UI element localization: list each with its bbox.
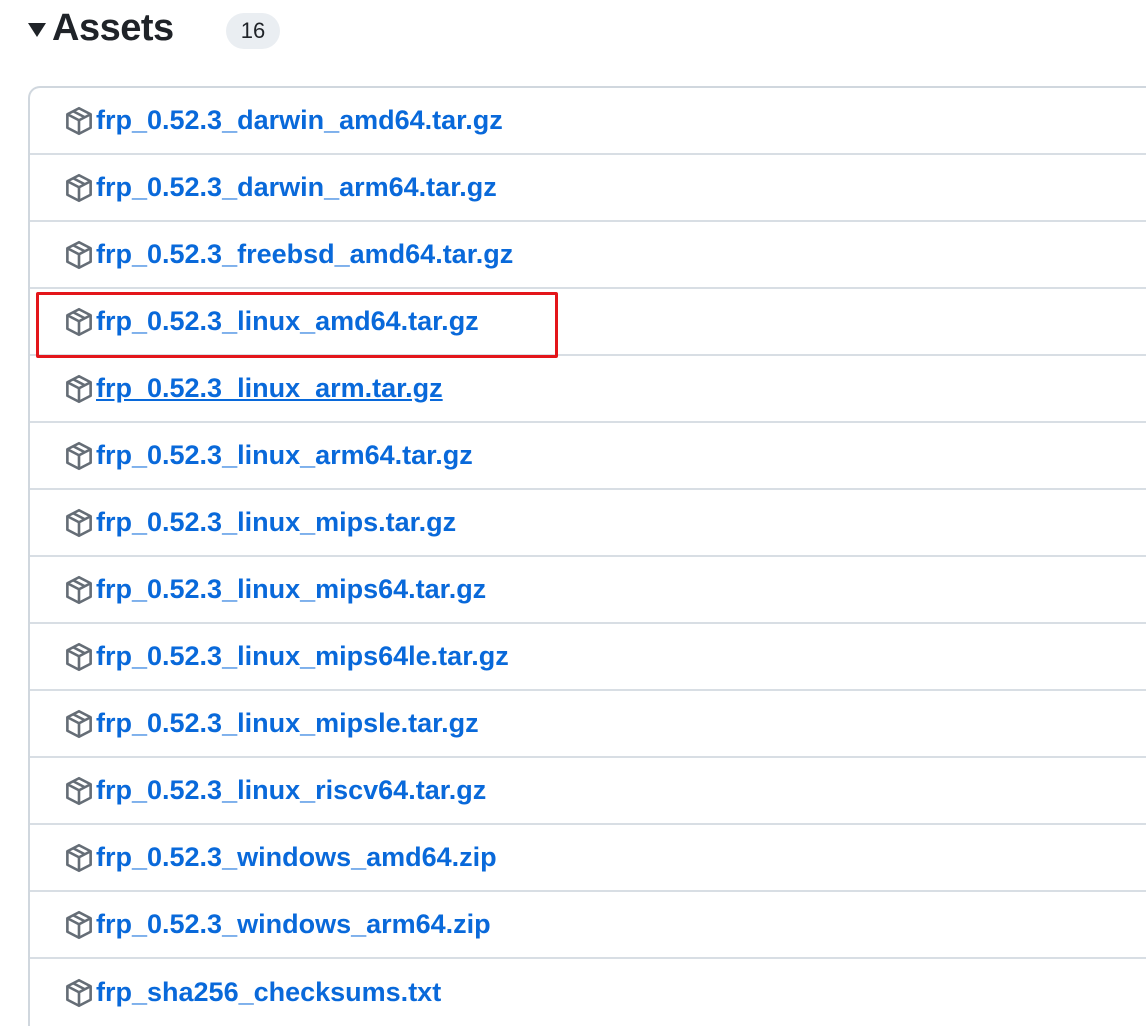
package-icon bbox=[64, 776, 94, 806]
package-icon bbox=[64, 441, 94, 471]
assets-count-badge: 16 bbox=[226, 13, 280, 49]
asset-row: frp_0.52.3_linux_mips64le.tar.gz bbox=[30, 624, 1146, 691]
asset-download-link[interactable]: frp_0.52.3_linux_mips64le.tar.gz bbox=[96, 641, 509, 672]
package-icon bbox=[64, 508, 94, 538]
asset-download-link[interactable]: frp_0.52.3_linux_amd64.tar.gz bbox=[96, 306, 479, 337]
asset-download-link[interactable]: frp_0.52.3_linux_mips64.tar.gz bbox=[96, 574, 486, 605]
asset-row: frp_0.52.3_linux_arm64.tar.gz bbox=[30, 423, 1146, 490]
asset-list: frp_0.52.3_darwin_amd64.tar.gz frp_0.52.3… bbox=[28, 86, 1146, 1026]
asset-row: frp_0.52.3_linux_mips64.tar.gz bbox=[30, 557, 1146, 624]
package-icon bbox=[64, 910, 94, 940]
package-icon bbox=[64, 374, 94, 404]
asset-download-link[interactable]: frp_0.52.3_linux_arm64.tar.gz bbox=[96, 440, 473, 471]
asset-row: frp_0.52.3_linux_arm.tar.gz bbox=[30, 356, 1146, 423]
assets-title[interactable]: Assets bbox=[52, 7, 174, 50]
asset-row: frp_0.52.3_linux_mips.tar.gz bbox=[30, 490, 1146, 557]
package-icon bbox=[64, 307, 94, 337]
asset-row: frp_0.52.3_linux_riscv64.tar.gz bbox=[30, 758, 1146, 825]
package-icon bbox=[64, 642, 94, 672]
asset-download-link[interactable]: frp_0.52.3_darwin_arm64.tar.gz bbox=[96, 172, 497, 203]
asset-row: frp_0.52.3_freebsd_amd64.tar.gz bbox=[30, 222, 1146, 289]
asset-download-link[interactable]: frp_0.52.3_linux_arm.tar.gz bbox=[96, 373, 443, 404]
asset-download-link[interactable]: frp_0.52.3_linux_riscv64.tar.gz bbox=[96, 775, 486, 806]
asset-row: frp_sha256_checksums.txt bbox=[30, 959, 1146, 1026]
package-icon bbox=[64, 843, 94, 873]
asset-row: frp_0.52.3_windows_amd64.zip bbox=[30, 825, 1146, 892]
assets-header[interactable]: Assets bbox=[28, 2, 174, 54]
asset-download-link[interactable]: frp_0.52.3_windows_arm64.zip bbox=[96, 909, 491, 940]
asset-download-link[interactable]: frp_0.52.3_freebsd_amd64.tar.gz bbox=[96, 239, 513, 270]
asset-row: frp_0.52.3_windows_arm64.zip bbox=[30, 892, 1146, 959]
asset-row: frp_0.52.3_linux_mipsle.tar.gz bbox=[30, 691, 1146, 758]
asset-download-link[interactable]: frp_0.52.3_linux_mipsle.tar.gz bbox=[96, 708, 479, 739]
package-icon bbox=[64, 106, 94, 136]
package-icon bbox=[64, 575, 94, 605]
asset-row: frp_0.52.3_darwin_amd64.tar.gz bbox=[30, 88, 1146, 155]
package-icon bbox=[64, 173, 94, 203]
package-icon bbox=[64, 240, 94, 270]
asset-download-link[interactable]: frp_0.52.3_linux_mips.tar.gz bbox=[96, 507, 456, 538]
package-icon bbox=[64, 978, 94, 1008]
asset-row: frp_0.52.3_darwin_arm64.tar.gz bbox=[30, 155, 1146, 222]
asset-download-link[interactable]: frp_0.52.3_darwin_amd64.tar.gz bbox=[96, 105, 503, 136]
asset-row: frp_0.52.3_linux_amd64.tar.gz bbox=[30, 289, 1146, 356]
asset-download-link[interactable]: frp_0.52.3_windows_amd64.zip bbox=[96, 842, 497, 873]
package-icon bbox=[64, 709, 94, 739]
caret-down-icon[interactable] bbox=[28, 23, 46, 37]
asset-download-link[interactable]: frp_sha256_checksums.txt bbox=[96, 977, 441, 1008]
